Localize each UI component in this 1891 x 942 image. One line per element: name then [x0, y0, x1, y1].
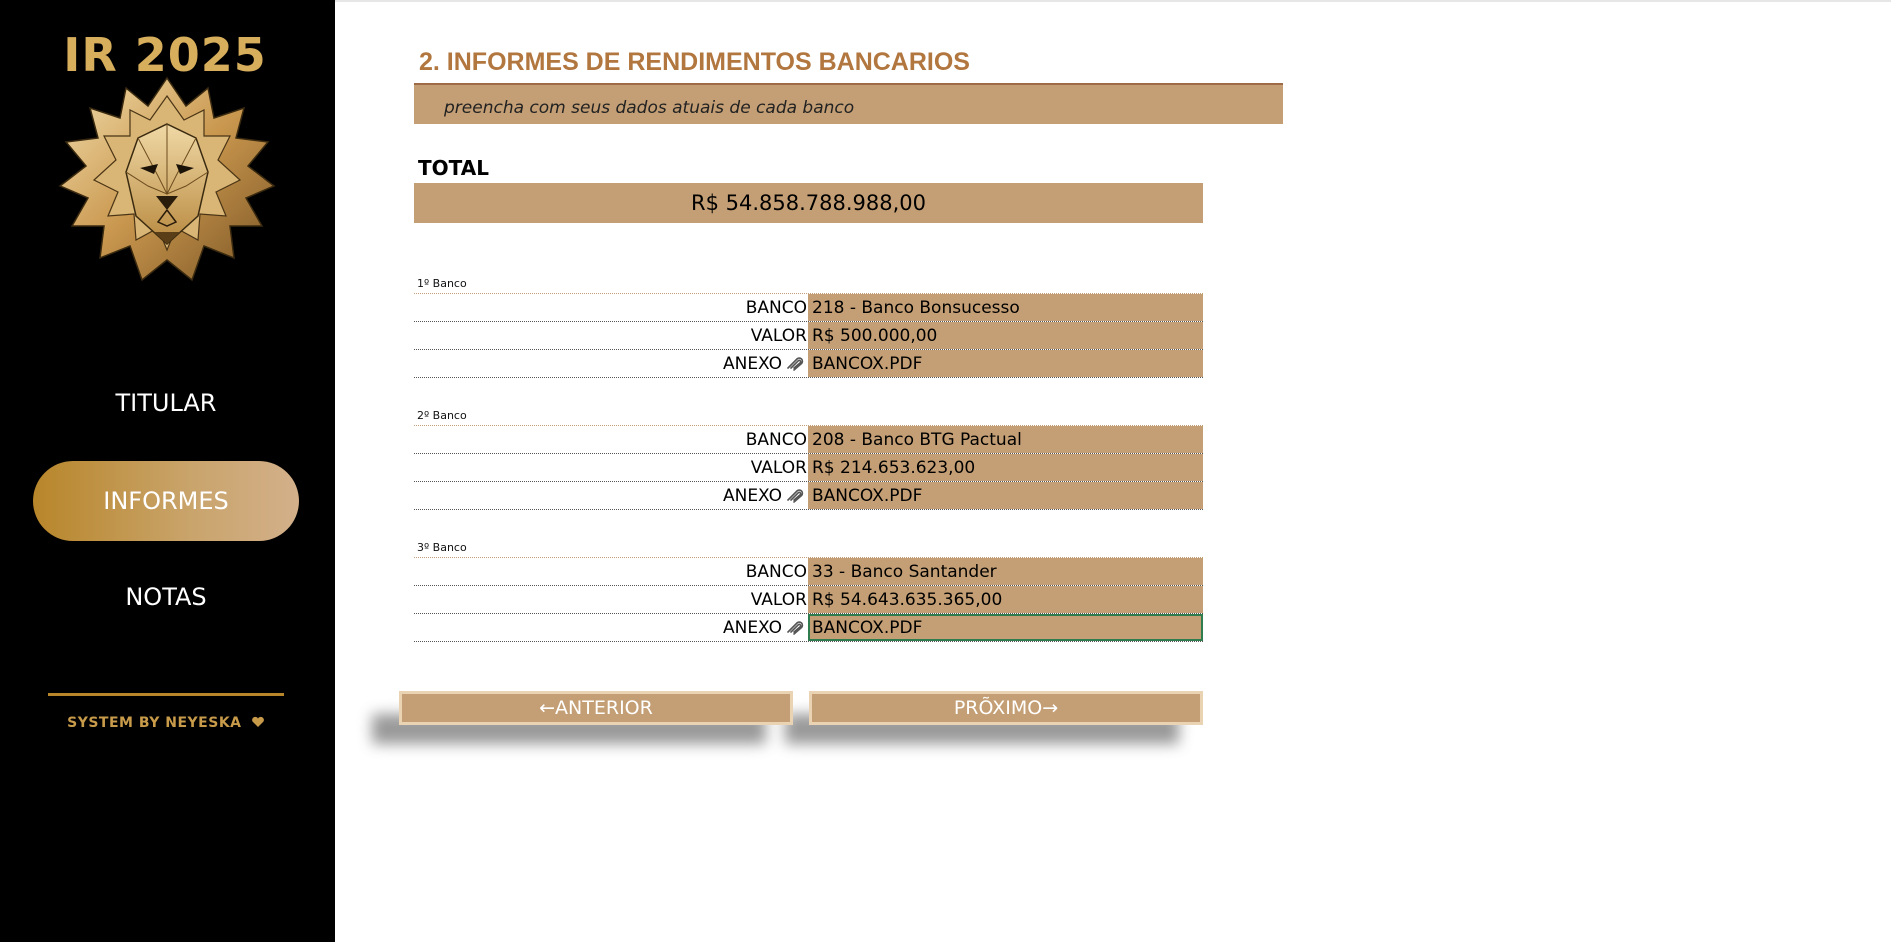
- bank-heading: 1º Banco: [417, 277, 467, 290]
- banco-cell[interactable]: 208 - Banco BTG Pactual: [808, 426, 1203, 453]
- anexo-label-cell: ANEXO: [414, 350, 807, 377]
- anexo-cell-selected[interactable]: BANCOX.PDF: [808, 614, 1203, 641]
- bank-row-valor: VALOR R$ 500.000,00: [414, 322, 1203, 350]
- subtitle-text: preencha com seus dados atuais de cada b…: [444, 98, 855, 118]
- banco-label: BANCO: [745, 298, 807, 318]
- paperclip-icon[interactable]: [786, 355, 804, 371]
- bank-heading: 2º Banco: [417, 409, 467, 422]
- sidebar: IR 2025 TITULAR INFORMES NOTAS SYSTEM BY…: [0, 0, 335, 942]
- valor-cell[interactable]: R$ 54.643.635.365,00: [808, 586, 1203, 613]
- anexo-label: ANEXO: [722, 618, 782, 638]
- total-label: TOTAL: [418, 156, 489, 180]
- paperclip-icon[interactable]: [786, 619, 804, 635]
- bank-row-banco: BANCO 218 - Banco Bonsucesso: [414, 294, 1203, 322]
- bank-row-valor: VALOR R$ 214.653.623,00: [414, 454, 1203, 482]
- credit-text: SYSTEM BY NEYESKA: [67, 715, 242, 731]
- anexo-cell[interactable]: BANCOX.PDF: [808, 482, 1203, 509]
- sheet-top-edge: [335, 0, 1891, 2]
- total-value-cell[interactable]: R$ 54.858.788.988,00: [414, 183, 1203, 223]
- nav-titular[interactable]: TITULAR: [33, 363, 299, 443]
- credit: SYSTEM BY NEYESKA: [48, 715, 284, 731]
- nav-informes-label: INFORMES: [103, 487, 229, 515]
- valor-label: VALOR: [750, 590, 807, 610]
- anexo-label: ANEXO: [722, 486, 782, 506]
- heart-icon: [251, 716, 264, 727]
- valor-label: VALOR: [750, 326, 807, 346]
- anexo-cell[interactable]: BANCOX.PDF: [808, 350, 1203, 377]
- bank-row-banco: BANCO 208 - Banco BTG Pactual: [414, 426, 1203, 454]
- next-button-label: PRÕXIMO→: [953, 697, 1059, 719]
- sidebar-divider: [48, 693, 284, 696]
- subtitle-band: preencha com seus dados atuais de cada b…: [414, 85, 1283, 124]
- previous-button-label: ←ANTERIOR: [539, 697, 653, 719]
- nav-notas-label: NOTAS: [125, 583, 207, 611]
- next-button[interactable]: PRÕXIMO→: [809, 691, 1203, 725]
- anexo-label-cell: ANEXO: [414, 482, 807, 509]
- total-value: R$ 54.858.788.988,00: [690, 191, 927, 215]
- valor-label: VALOR: [750, 458, 807, 478]
- section-title: 2. INFORMES DE RENDIMENTOS BANCARIOS: [419, 48, 970, 76]
- bank-row-anexo: ANEXO BANCOX.PDF: [414, 482, 1203, 510]
- paperclip-icon[interactable]: [786, 487, 804, 503]
- bank-row-banco: BANCO 33 - Banco Santander: [414, 558, 1203, 586]
- banco-cell[interactable]: 33 - Banco Santander: [808, 558, 1203, 585]
- anexo-label-cell: ANEXO: [414, 614, 807, 641]
- bank-row-anexo: ANEXO BANCOX.PDF: [414, 350, 1203, 378]
- app-title: IR 2025: [63, 28, 267, 82]
- bank-heading: 3º Banco: [417, 541, 467, 554]
- nav-titular-label: TITULAR: [115, 389, 217, 417]
- nav-informes[interactable]: INFORMES: [33, 461, 299, 541]
- anexo-label: ANEXO: [722, 354, 782, 374]
- banco-cell[interactable]: 218 - Banco Bonsucesso: [808, 294, 1203, 321]
- nav-notas[interactable]: NOTAS: [33, 557, 299, 637]
- valor-cell[interactable]: R$ 500.000,00: [808, 322, 1203, 349]
- banco-label: BANCO: [745, 430, 807, 450]
- banco-label: BANCO: [745, 562, 807, 582]
- bank-row-valor: VALOR R$ 54.643.635.365,00: [414, 586, 1203, 614]
- lion-logo-icon: [58, 76, 276, 282]
- bank-row-anexo: ANEXO BANCOX.PDF: [414, 614, 1203, 642]
- valor-cell[interactable]: R$ 214.653.623,00: [808, 454, 1203, 481]
- previous-button[interactable]: ←ANTERIOR: [399, 691, 793, 725]
